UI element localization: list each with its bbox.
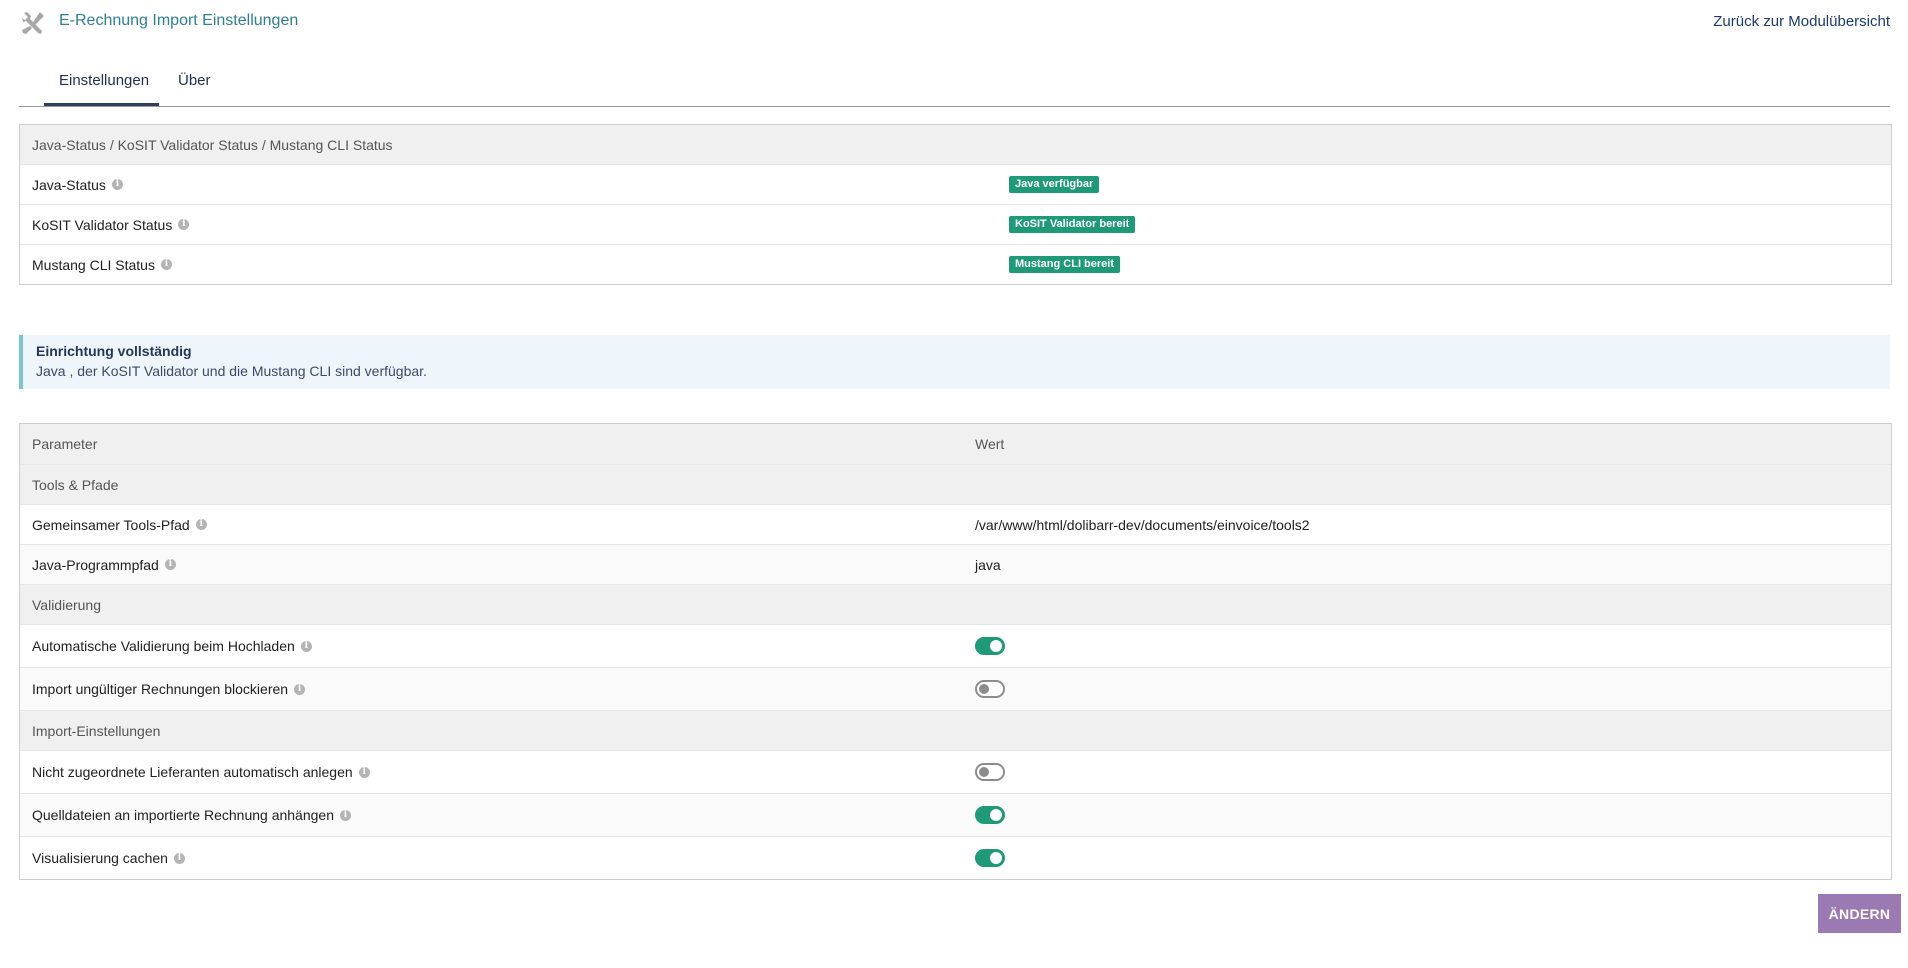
info-icon[interactable]: i [195, 519, 207, 530]
tools-icon [22, 12, 44, 34]
notice-text: Java , der KoSIT Validator und die Musta… [36, 363, 427, 379]
notice-title: Einrichtung vollständig [36, 343, 192, 359]
info-icon[interactable]: i [340, 809, 351, 821]
auto-validate-toggle[interactable] [975, 637, 1005, 655]
status-row-kosit: KoSIT Validator Status i KoSIT Validator … [20, 204, 1891, 244]
param-value[interactable]: java [975, 545, 1001, 584]
status-badge: KoSIT Validator bereit [1009, 216, 1136, 233]
page: E-Rechnung Import Einstellungen Zurück z… [0, 0, 1908, 968]
section-title: Import-Einstellungen [32, 722, 161, 739]
status-table-header: Java-Status / KoSIT Validator Status / M… [20, 125, 1891, 164]
param-row-auto-validate: Automatische Validierung beim Hochladen i [20, 624, 1891, 667]
status-table: Java-Status / KoSIT Validator Status / M… [19, 124, 1892, 285]
info-icon[interactable]: i [173, 852, 185, 864]
status-badge: Java verfügbar [1009, 176, 1100, 193]
param-row-java-path: Java-Programmpfad i java [20, 544, 1891, 584]
info-icon[interactable]: i [358, 766, 370, 778]
auto-create-suppliers-toggle[interactable] [975, 763, 1005, 781]
cache-visualization-toggle[interactable] [975, 849, 1005, 867]
page-title: E-Rechnung Import Einstellungen [59, 12, 299, 29]
param-row-cache-visualization: Visualisierung cachen i [20, 836, 1891, 879]
status-badge: Mustang CLI bereit [1009, 256, 1121, 273]
section-row: Tools & Pfade [20, 464, 1891, 504]
tab-about[interactable]: Über [178, 72, 211, 89]
param-row-tools-path: Gemeinsamer Tools-Pfad i /var/www/html/do… [20, 504, 1891, 544]
param-value[interactable]: /var/www/html/dolibarr-dev/documents/ein… [975, 505, 1310, 544]
status-table-heading: Java-Status / KoSIT Validator Status / M… [32, 136, 393, 153]
modify-button[interactable]: ÄNDERN [1818, 894, 1901, 933]
section-title: Validierung [32, 596, 102, 613]
status-row-label: KoSIT Validator Status [32, 216, 173, 233]
param-row-auto-create-suppliers: Nicht zugeordnete Lieferanten automatisc… [20, 750, 1891, 793]
parameters-table: Parameter Wert Tools & Pfade Gemeinsamer… [19, 423, 1892, 880]
column-header-value: Wert [975, 436, 1005, 452]
status-row-label: Mustang CLI Status [32, 256, 155, 273]
column-header-parameter: Parameter [32, 436, 98, 452]
param-label: Quelldateien an importierte Rechnung anh… [32, 807, 334, 823]
header: E-Rechnung Import Einstellungen Zurück z… [20, 8, 1890, 38]
attach-source-toggle[interactable] [975, 806, 1005, 824]
param-row-block-invalid: Import ungültiger Rechnungen blockieren i [20, 667, 1891, 710]
param-label: Visualisierung cachen [32, 850, 168, 866]
setup-complete-notice: Einrichtung vollständig Java , der KoSIT… [19, 335, 1890, 389]
status-row-label: Java-Status [32, 176, 106, 193]
active-tab-indicator [44, 103, 159, 106]
info-icon[interactable]: i [300, 640, 312, 652]
tab-settings[interactable]: Einstellungen [59, 72, 149, 89]
status-row-mustang: Mustang CLI Status i Mustang CLI bereit [20, 244, 1891, 284]
block-invalid-toggle[interactable] [975, 680, 1005, 698]
param-label: Automatische Validierung beim Hochladen [32, 638, 295, 654]
section-row: Validierung [20, 584, 1891, 624]
param-row-attach-source: Quelldateien an importierte Rechnung anh… [20, 793, 1891, 836]
status-row-java: Java-Status i Java verfügbar [20, 164, 1891, 204]
param-label: Import ungültiger Rechnungen blockieren [32, 681, 289, 697]
section-row: Import-Einstellungen [20, 710, 1891, 750]
section-title: Tools & Pfade [32, 476, 119, 493]
param-label: Nicht zugeordnete Lieferanten automatisc… [32, 764, 353, 780]
back-to-modules-link[interactable]: Zurück zur Modulübersicht [1713, 13, 1890, 30]
info-icon[interactable]: i [160, 259, 172, 270]
info-icon[interactable]: i [111, 179, 123, 190]
info-icon[interactable]: i [294, 683, 306, 695]
info-icon[interactable]: i [178, 219, 190, 230]
param-label: Java-Programmpfad [32, 556, 159, 573]
parameters-table-header: Parameter Wert [20, 424, 1891, 464]
info-icon[interactable]: i [164, 559, 176, 570]
param-label: Gemeinsamer Tools-Pfad [32, 516, 190, 533]
tab-bar: Einstellungen Über [19, 60, 1890, 107]
